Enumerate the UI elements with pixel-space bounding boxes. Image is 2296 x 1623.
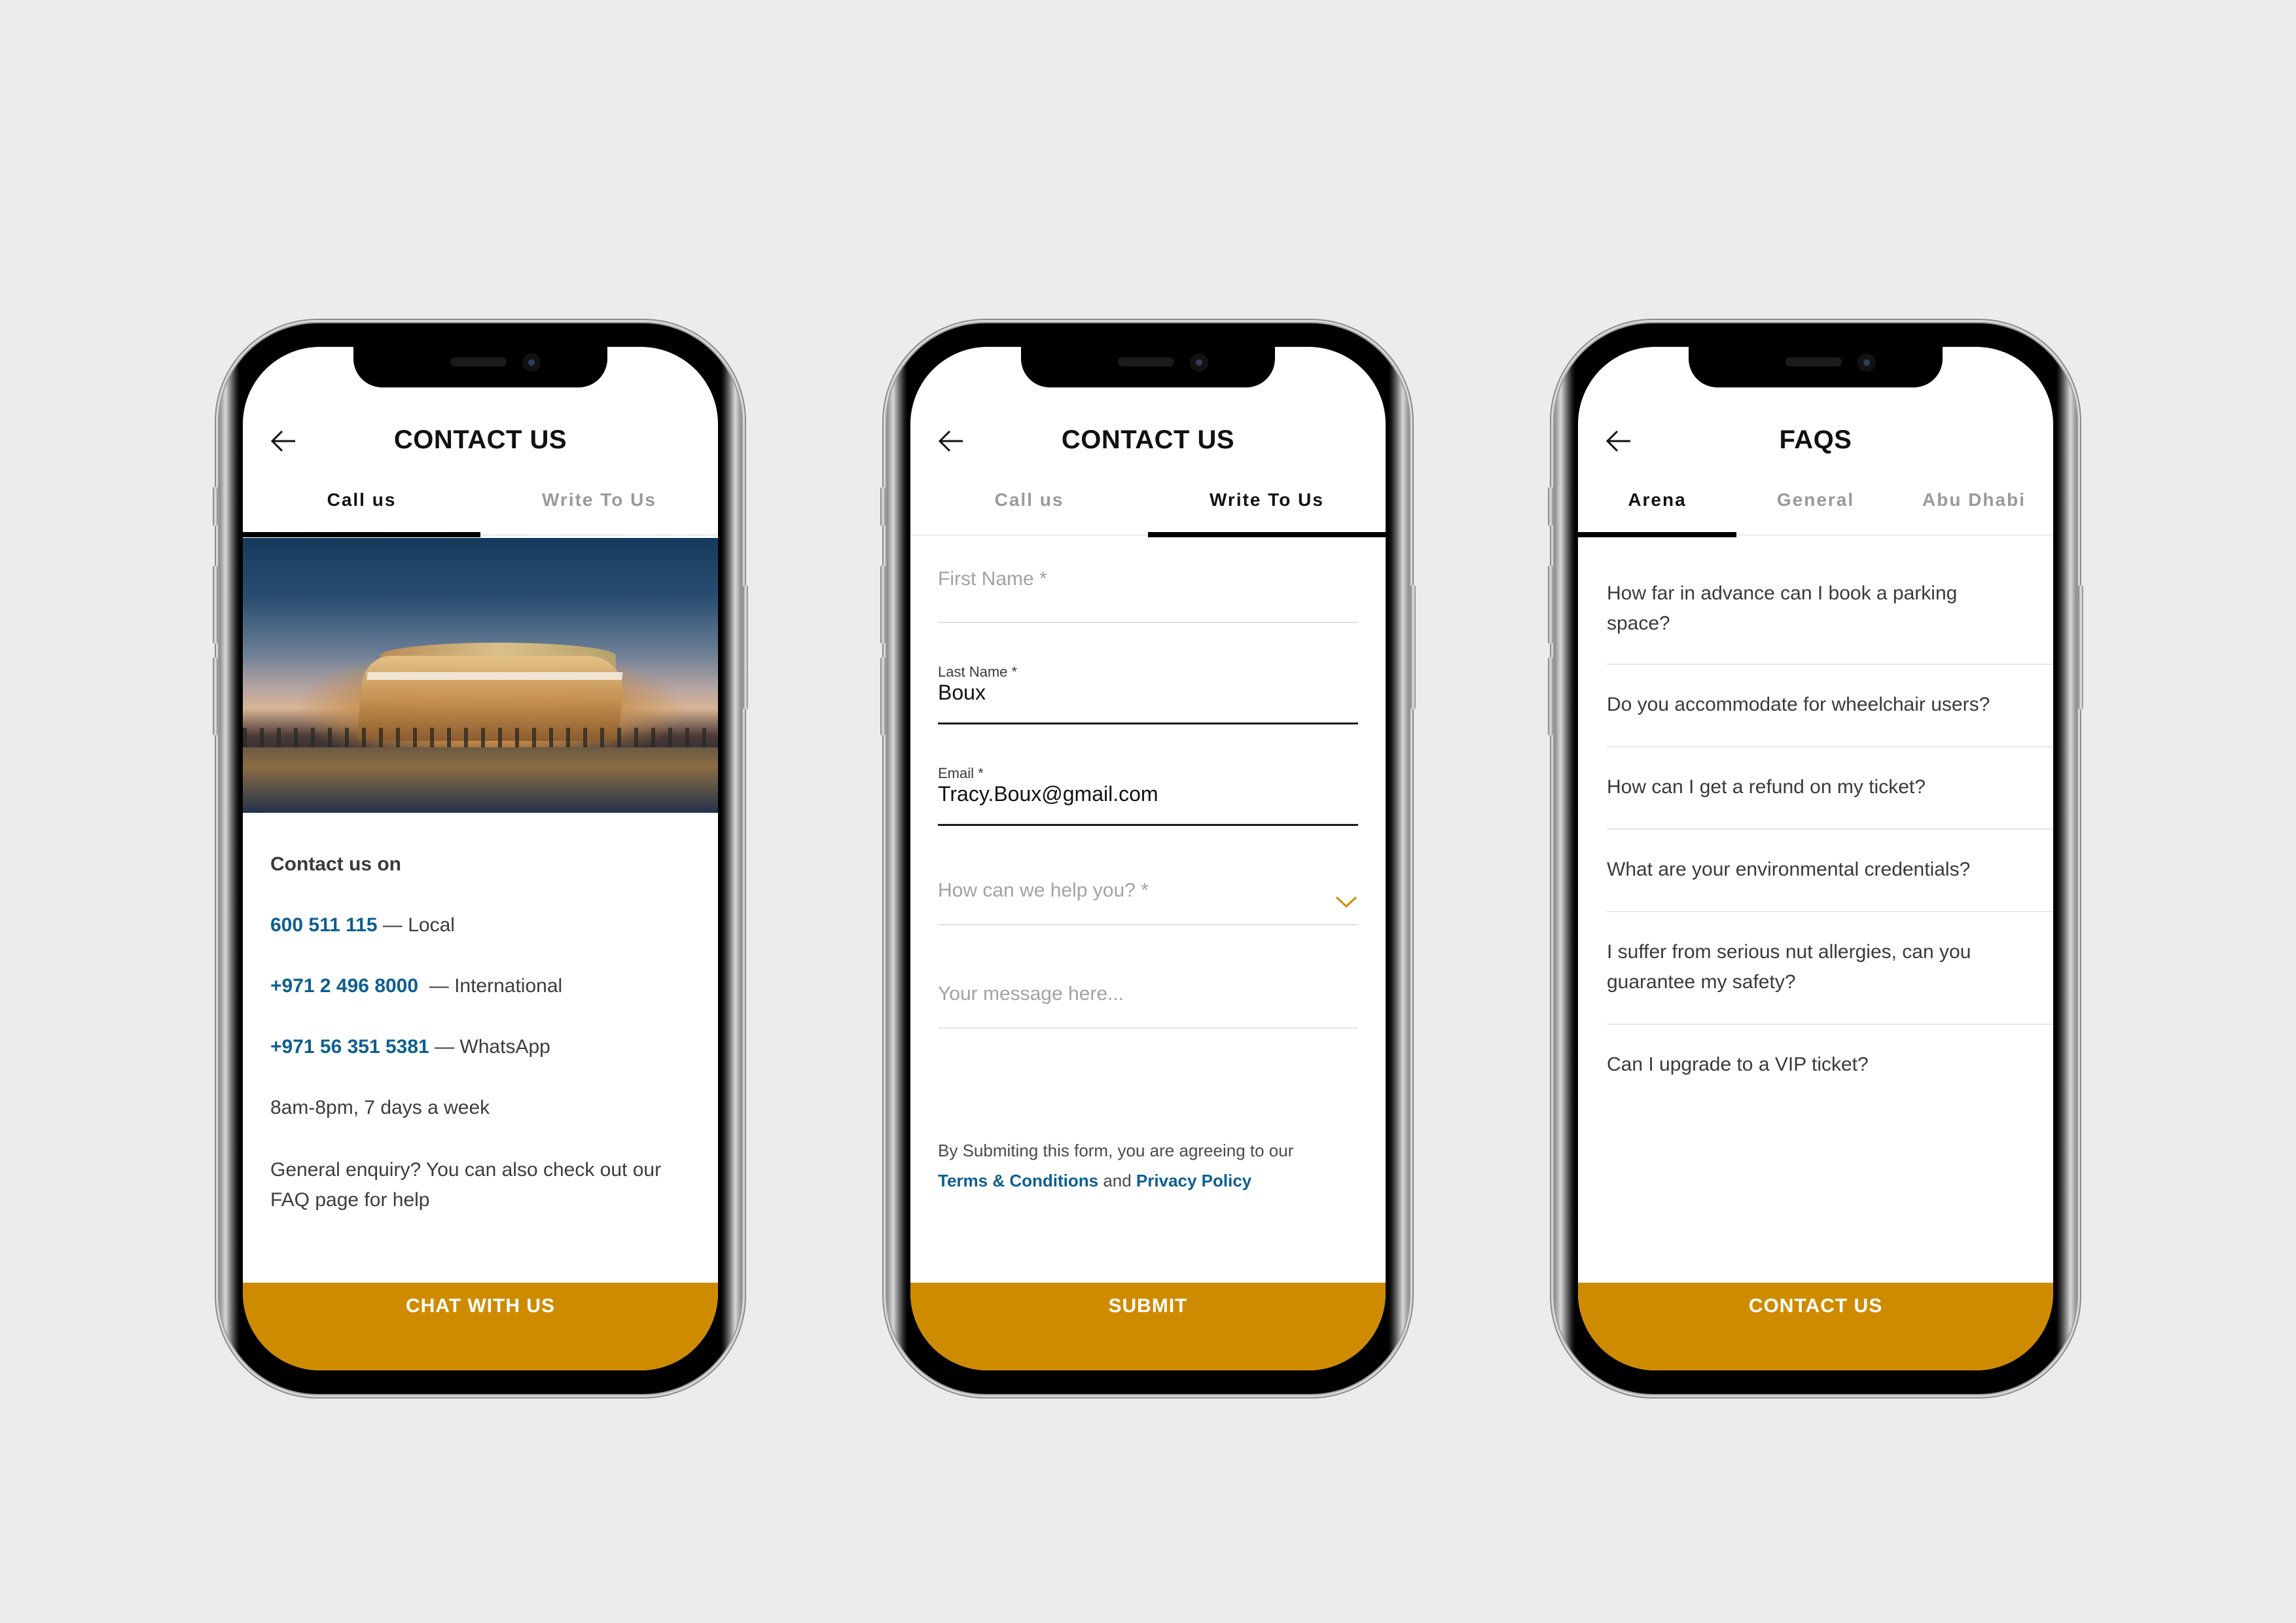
notch — [353, 347, 607, 387]
page-title: CONTACT US — [1061, 425, 1235, 454]
hero-band — [367, 672, 623, 680]
tab-call-us[interactable]: Call us — [910, 484, 1148, 534]
header: CONTACT US — [910, 412, 1386, 471]
phone-write-to-us: CONTACT US Call us Write To Us First Nam… — [880, 323, 1416, 1394]
arena-hero-image — [243, 538, 718, 813]
legal-notice: By Submiting this form, you are agreeing… — [938, 1135, 1358, 1196]
email-field[interactable]: Email * Tracy.Boux@gmail.com — [938, 765, 1358, 826]
contact-local: 600 511 115 — Local — [270, 912, 691, 939]
phone-link-local[interactable]: 600 511 115 — [270, 914, 378, 936]
contact-whatsapp-label: — WhatsApp — [429, 1036, 550, 1058]
power-button — [2078, 585, 2083, 709]
camera — [1857, 353, 1876, 372]
tab-abu-dhabi[interactable]: Abu Dhabi — [1895, 484, 2053, 534]
call-us-content: Contact us on 600 511 115 — Local +971 2… — [243, 538, 718, 1249]
faq-item[interactable]: Can I upgrade to a VIP ticket? — [1607, 1025, 2053, 1106]
first-name-field[interactable]: First Name * — [938, 563, 1358, 623]
faq-item[interactable]: What are your environmental credentials? — [1607, 830, 2053, 912]
message-textarea[interactable]: Your message here... — [938, 983, 1358, 1029]
phone-link-whatsapp[interactable]: +971 56 351 5381 — [270, 1036, 429, 1058]
hero-palms — [243, 728, 718, 749]
power-button — [743, 585, 748, 709]
faq-item[interactable]: How can I get a refund on my ticket? — [1607, 747, 2053, 830]
phone-call-us: CONTACT US Call us Write To Us Contact u… — [213, 323, 748, 1394]
faq-item[interactable]: Do you accommodate for wheelchair users? — [1607, 665, 2053, 747]
terms-link[interactable]: Terms & Conditions — [938, 1171, 1098, 1190]
page-title: CONTACT US — [393, 425, 567, 454]
volume-down-button — [213, 657, 218, 736]
speaker — [450, 357, 507, 366]
opening-hours: 8am-8pm, 7 days a week — [270, 1097, 490, 1118]
header: FAQS — [1578, 412, 2053, 471]
faq-item[interactable]: How far in advance can I book a parking … — [1607, 556, 2053, 665]
camera — [1190, 353, 1208, 372]
tab-write-to-us[interactable]: Write To Us — [480, 484, 718, 534]
chat-with-us-button[interactable]: CHAT WITH US — [243, 1283, 718, 1370]
volume-up-button — [213, 565, 218, 644]
mute-switch — [880, 487, 886, 526]
contact-international: +971 2 496 8000 — International — [270, 972, 691, 1000]
volume-down-button — [880, 657, 886, 736]
notch — [1021, 347, 1275, 387]
contact-international-label: — International — [418, 975, 563, 997]
contact-us-button[interactable]: CONTACT US — [1578, 1283, 2053, 1370]
speaker — [1118, 357, 1174, 366]
page-title: FAQS — [1779, 425, 1852, 454]
last-name-label: Last Name * — [938, 664, 1018, 680]
tab-call-us[interactable]: Call us — [243, 484, 480, 537]
email-value: Tracy.Boux@gmail.com — [938, 782, 1158, 806]
volume-up-button — [880, 565, 886, 644]
phone-faqs: FAQS Arena General Abu Dhabi How far in … — [1548, 323, 2083, 1394]
camera — [522, 353, 541, 372]
screen: CONTACT US Call us Write To Us Contact u… — [243, 347, 718, 1370]
tab-general[interactable]: General — [1736, 484, 1895, 534]
volume-down-button — [1548, 657, 1553, 736]
tab-write-to-us[interactable]: Write To Us — [1148, 484, 1386, 537]
contact-local-label: — Local — [377, 914, 455, 936]
tab-bar: Call us Write To Us — [243, 484, 718, 537]
message-placeholder: Your message here... — [938, 983, 1124, 1005]
help-topic-placeholder: How can we help you? * — [938, 880, 1149, 901]
contact-form: First Name * Last Name * Boux Email * Tr… — [910, 563, 1386, 1029]
screen: CONTACT US Call us Write To Us First Nam… — [910, 347, 1386, 1370]
last-name-value: Boux — [938, 681, 986, 704]
contact-info: Contact us on 600 511 115 — Local +971 2… — [243, 813, 718, 1215]
legal-prefix: By Submiting this form, you are agreeing… — [938, 1141, 1294, 1160]
first-name-placeholder: First Name * — [938, 568, 1047, 590]
screen: FAQS Arena General Abu Dhabi How far in … — [1578, 347, 2053, 1370]
faq-list: How far in advance can I book a parking … — [1578, 556, 2053, 1106]
hero-water — [243, 747, 718, 813]
notch — [1689, 347, 1943, 387]
power-button — [1410, 585, 1416, 709]
phone-link-international[interactable]: +971 2 496 8000 — [270, 975, 418, 997]
header: CONTACT US — [243, 412, 718, 471]
speaker — [1785, 357, 1842, 366]
legal-links: Terms & Conditions and Privacy Policy — [938, 1166, 1358, 1196]
faq-note: General enquiry? You can also check out … — [270, 1159, 662, 1211]
volume-up-button — [1548, 565, 1553, 644]
legal-and: and — [1098, 1171, 1136, 1190]
chevron-down-icon[interactable] — [1335, 894, 1358, 910]
mute-switch — [213, 487, 218, 526]
faq-item[interactable]: I suffer from serious nut allergies, can… — [1607, 912, 2053, 1025]
last-name-field[interactable]: Last Name * Boux — [938, 664, 1358, 724]
tab-bar: Call us Write To Us — [910, 484, 1386, 537]
contact-heading: Contact us on — [270, 853, 401, 875]
help-topic-select[interactable]: How can we help you? * — [938, 880, 1358, 925]
email-label: Email * — [938, 765, 984, 781]
submit-button[interactable]: SUBMIT — [910, 1283, 1386, 1370]
mute-switch — [1548, 487, 1553, 526]
privacy-link[interactable]: Privacy Policy — [1136, 1171, 1251, 1190]
contact-whatsapp: +971 56 351 5381 — WhatsApp — [270, 1033, 691, 1061]
tab-bar: Arena General Abu Dhabi — [1578, 484, 2053, 537]
tab-arena[interactable]: Arena — [1578, 484, 1736, 537]
